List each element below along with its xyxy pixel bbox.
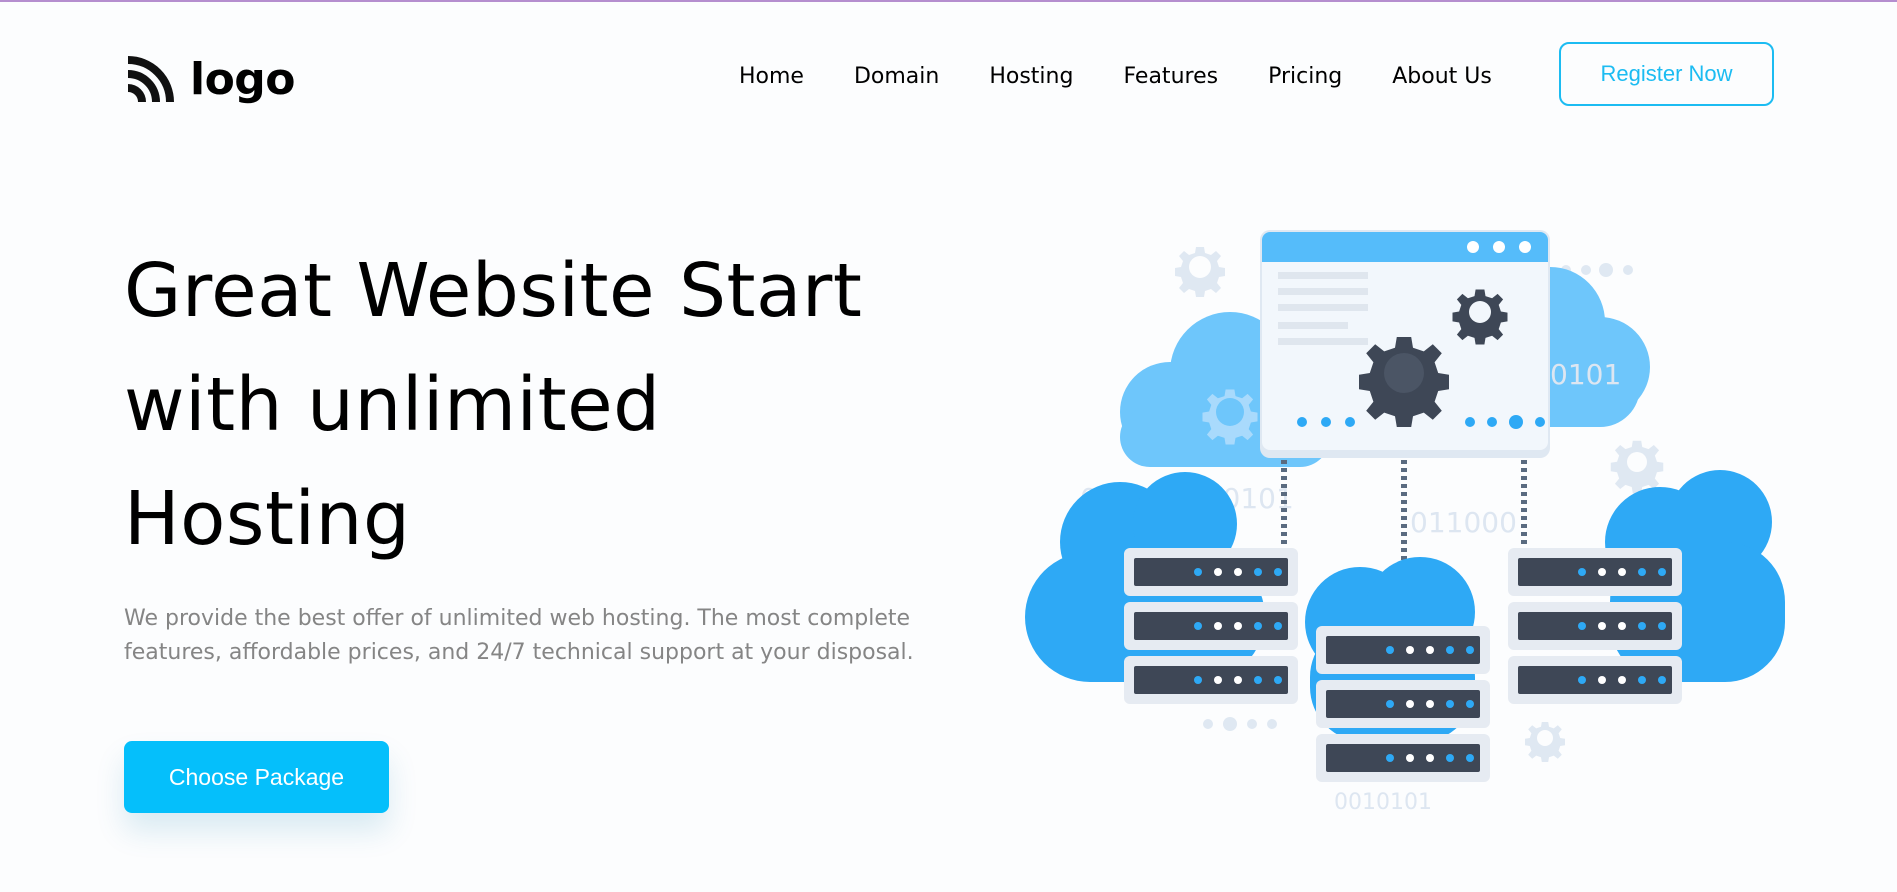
server-rack-icon: [1124, 548, 1298, 704]
gear-icon: [1610, 440, 1664, 494]
register-now-button[interactable]: Register Now: [1559, 42, 1774, 106]
hero-description: We provide the best offer of unlimited w…: [124, 606, 914, 665]
nav-home[interactable]: Home: [739, 64, 804, 89]
server-rack-icon: [1508, 548, 1682, 704]
hero-title-line: Hosting: [124, 476, 411, 562]
nav-pricing[interactable]: Pricing: [1268, 64, 1342, 89]
nav-features[interactable]: Features: [1123, 64, 1218, 89]
logo-signal-icon: [127, 56, 174, 103]
binary-text: 0010101: [1334, 790, 1432, 815]
main-nav: Home Domain Hosting Features Pricing Abo…: [739, 64, 1542, 89]
nav-domain[interactable]: Domain: [854, 64, 939, 89]
nav-hosting[interactable]: Hosting: [989, 64, 1073, 89]
server-rack-icon: [1316, 626, 1490, 782]
gear-icon: [1175, 247, 1225, 297]
hosting-illustration: 0101 001011000101 011000 0010101: [1025, 230, 1785, 815]
binary-text: 0101: [1550, 358, 1621, 391]
hero-title-line: with unlimited: [124, 362, 661, 448]
site-header: logo Home Domain Hosting Features Pricin…: [0, 2, 1897, 142]
logo[interactable]: logo: [124, 54, 296, 106]
choose-package-button[interactable]: Choose Package: [124, 741, 389, 813]
browser-window-icon: [1260, 230, 1550, 458]
nav-about-us[interactable]: About Us: [1392, 64, 1492, 89]
hero-title-line: Great Website Start: [124, 248, 863, 334]
gear-icon: [1525, 722, 1565, 762]
hero-title: Great Website Start with unlimited Hosti…: [124, 234, 924, 576]
binary-text: 011000: [1410, 506, 1517, 539]
logo-text: logo: [190, 54, 296, 105]
